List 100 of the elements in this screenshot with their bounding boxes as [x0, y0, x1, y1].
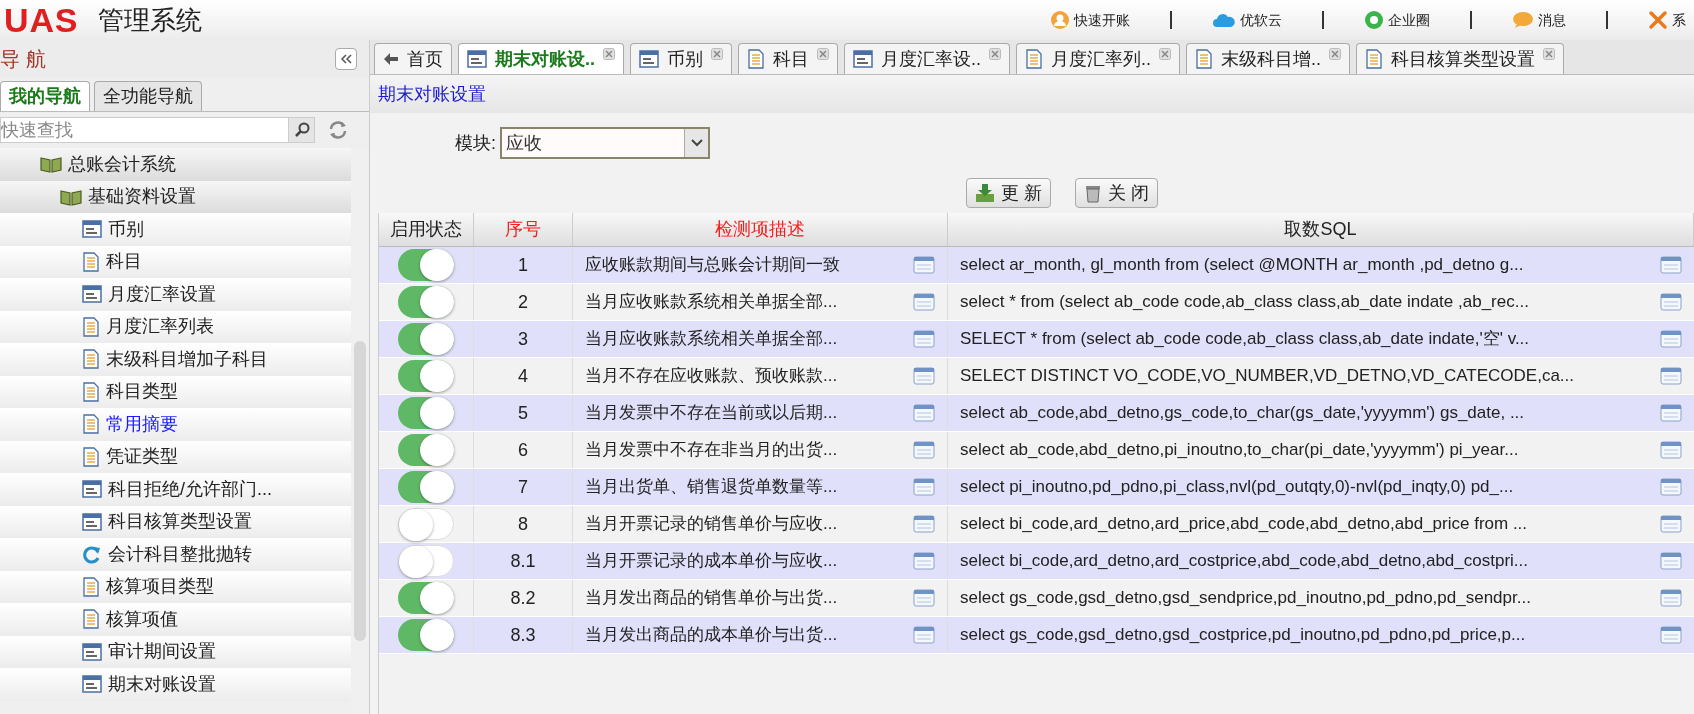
toggle-switch[interactable] [398, 360, 454, 392]
toggle-switch[interactable] [398, 286, 454, 318]
toggle-switch[interactable] [398, 471, 454, 503]
detail-icon[interactable] [1660, 478, 1682, 496]
document-icon [82, 251, 100, 272]
detail-icon[interactable] [913, 589, 935, 607]
search-field[interactable]: 快速查找 [0, 117, 289, 143]
table-cell-text: 当月开票记录的成本单价与应收... [585, 550, 838, 573]
left-arrow-icon [383, 52, 399, 66]
close-icon[interactable] [1329, 48, 1342, 60]
table-cell: 7 [474, 469, 573, 505]
detail-icon[interactable] [913, 256, 935, 274]
table-cell-text: SELECT * from (select ab_code code,ab_class class,ab_date indate,'空' v... [960, 328, 1530, 351]
page-tab[interactable]: 期末对账设.. [458, 43, 624, 74]
update-button[interactable]: 更 新 [966, 178, 1051, 208]
detail-icon[interactable] [913, 367, 935, 385]
close-icon[interactable] [603, 48, 615, 60]
detail-icon[interactable] [1660, 515, 1682, 533]
page-tab[interactable]: 首页 [374, 43, 452, 74]
document-icon [82, 381, 100, 402]
page-tab[interactable]: 末级科目增.. [1186, 43, 1351, 74]
detail-icon[interactable] [1660, 404, 1682, 422]
table-cell-text: select pi_inoutno,pd_pdno,pi_class,nvl(pd_outqty,0)-nvl(pd_inqty,0) pd_... [960, 476, 1514, 499]
toggle-switch[interactable] [398, 323, 454, 355]
detail-icon[interactable] [913, 515, 935, 533]
detail-icon[interactable] [1660, 256, 1682, 274]
table-cell: 6 [474, 432, 573, 468]
detail-icon[interactable] [913, 404, 935, 422]
detail-icon[interactable] [1660, 552, 1682, 570]
form-icon [82, 220, 102, 239]
document-icon [82, 576, 100, 597]
close-icon[interactable] [711, 48, 723, 60]
detail-icon[interactable] [913, 478, 935, 496]
form-icon [853, 50, 873, 68]
column-header: 取数SQL [948, 213, 1694, 246]
document-icon [82, 609, 100, 630]
document-icon [82, 446, 100, 467]
tree-item[interactable]: 总账会计系统 [0, 148, 351, 181]
curved-arrow-icon [82, 544, 102, 565]
detail-icon[interactable] [913, 293, 935, 311]
toggle-switch[interactable] [398, 397, 454, 429]
table-cell: 2 [474, 284, 573, 320]
header-link[interactable]: 消息 [1512, 9, 1566, 31]
close-icon[interactable] [1159, 48, 1172, 60]
table-cell: 8.2 [474, 580, 573, 616]
module-select[interactable]: 应收 [500, 127, 710, 159]
form-icon [467, 50, 487, 68]
detail-icon[interactable] [1660, 626, 1682, 644]
download-icon [975, 183, 995, 203]
page-tab[interactable]: 币别 [630, 43, 732, 74]
page-tab[interactable]: 科目 [738, 43, 838, 74]
close-icon[interactable] [817, 48, 829, 60]
detail-icon[interactable] [913, 552, 935, 570]
system-title: 管理系统 [98, 3, 203, 37]
toggle-switch[interactable] [398, 545, 454, 577]
table-cell-text: select gs_code,gsd_detno,gsd_sendprice,pd_inoutno,pd_pdno,pd_sendpr... [960, 587, 1531, 610]
detail-icon[interactable] [913, 330, 935, 348]
close-button[interactable]: 关 闭 [1075, 178, 1159, 208]
detail-icon[interactable] [1660, 330, 1682, 348]
table-cell: 8 [474, 506, 573, 542]
page-tab[interactable]: 科目核算类型设置 [1356, 43, 1565, 74]
search-button[interactable] [289, 117, 315, 143]
close-icon[interactable] [989, 48, 1002, 60]
header-link[interactable]: 快速开账 [1050, 9, 1130, 31]
table-cell-text: 当月应收账款系统相关单据全部... [585, 328, 838, 351]
table-cell-text: 当月开票记录的销售单价与应收... [585, 513, 838, 536]
table-cell-text: select gs_code,gsd_detno,gsd_costprice,pd_inoutno,pd_pdno,pd_price,p... [960, 624, 1526, 647]
collapse-button[interactable] [335, 48, 357, 70]
detail-icon[interactable] [913, 441, 935, 459]
document-icon [82, 349, 100, 370]
close-icon[interactable] [1543, 48, 1556, 60]
table-cell-text: 当月发票中不存在当前或以后期... [585, 402, 838, 425]
detail-icon[interactable] [1660, 367, 1682, 385]
tree-item[interactable]: 基础资料设置 [0, 180, 351, 213]
page-tab[interactable]: 月度汇率设.. [844, 43, 1011, 74]
sidebar-tab[interactable]: 全功能导航 [94, 81, 202, 111]
table-cell: 3 [474, 321, 573, 357]
page-tab[interactable]: 月度汇率列.. [1016, 43, 1181, 74]
sidebar-tab[interactable]: 我的导航 [0, 81, 90, 111]
toggle-switch[interactable] [398, 582, 454, 614]
table-cell: 8.3 [474, 617, 573, 653]
document-icon [1195, 49, 1214, 69]
detail-icon[interactable] [1660, 589, 1682, 607]
detail-icon[interactable] [1660, 441, 1682, 459]
detail-icon[interactable] [1660, 293, 1682, 311]
toggle-switch[interactable] [398, 249, 454, 281]
header-link[interactable]: 系 [1648, 9, 1686, 31]
header-link[interactable]: 优软云 [1212, 9, 1282, 31]
sidebar-title: 导 航 [0, 47, 46, 72]
table-cell-text: select bi_code,ard_detno,ard_costprice,abd_code,abd_detno,abd_costpri... [960, 550, 1528, 573]
toggle-switch[interactable] [398, 434, 454, 466]
toggle-switch[interactable] [398, 619, 454, 651]
table-cell-text: select ab_code,abd_detno,pi_inoutno,to_char(pi_date,'yyyymm') pi_year... [960, 439, 1519, 462]
refresh-icon[interactable] [327, 120, 349, 140]
form-icon [82, 512, 102, 531]
cloud-icon [1212, 12, 1236, 28]
detail-icon[interactable] [913, 626, 935, 644]
toggle-switch[interactable] [398, 508, 454, 540]
speech-bubble-icon [1512, 11, 1534, 29]
header-link[interactable]: 企业圈 [1364, 9, 1430, 31]
